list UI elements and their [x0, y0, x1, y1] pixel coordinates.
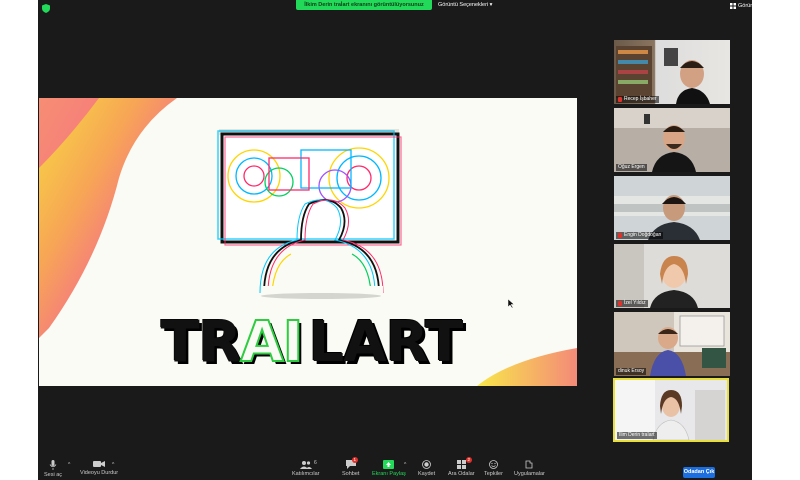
share-screen-icon — [383, 460, 395, 469]
participants-icon — [299, 461, 312, 469]
view-options-dropdown[interactable]: Görüntü Seçenekleri ▾ — [434, 0, 496, 10]
screen-share-banner: İlkim Derin traİart ekranını görüntülüyo… — [296, 0, 432, 10]
meeting-stage: İlkim Derin traİart ekranını görüntülüyo… — [38, 0, 761, 480]
breakout-rooms-icon — [456, 460, 466, 469]
view-button[interactable]: Görünüm — [730, 3, 761, 9]
chat-badge: 1 — [352, 457, 358, 463]
share-options-chevron-icon[interactable]: ^ — [404, 462, 406, 468]
participant-video — [616, 46, 710, 104]
slide-title-part-1: TR — [160, 310, 241, 376]
left-white-margin — [0, 0, 38, 480]
participants-count: 6 — [314, 460, 317, 466]
mic-muted-icon — [618, 97, 622, 102]
participants-label: Katılımcılar — [292, 471, 320, 477]
breakout-rooms-label: Ara Odalar — [448, 471, 475, 477]
mic-muted-icon — [618, 233, 622, 238]
participant-tile[interactable]: Oğuz Ergen — [614, 108, 730, 172]
participant-video — [614, 312, 730, 376]
participant-video — [614, 195, 730, 240]
zoom-window: İlkim Derin traİart ekranını görüntülüyo… — [0, 0, 800, 480]
share-screen-button[interactable]: Ekranı Paylaş — [372, 460, 406, 477]
right-white-margin — [752, 0, 800, 480]
participant-tile[interactable]: Engin Doğdoğan — [614, 176, 730, 240]
smiley-icon — [489, 460, 498, 469]
slide-title-part-2: AI — [239, 309, 304, 376]
participant-name-tag: dinuk Ersoy — [616, 368, 647, 375]
mute-label: Sesi aç — [44, 472, 63, 478]
participant-name: İlim Derin traİart — [619, 432, 655, 438]
participant-name: Engin Doğdoğan — [624, 232, 662, 238]
participant-tile[interactable]: Recep İşbaher — [614, 40, 730, 104]
chevron-down-icon: ▾ — [489, 2, 493, 8]
mute-options-chevron-icon[interactable]: ^ — [68, 462, 70, 468]
video-label: Videoyu Durdur — [80, 470, 119, 476]
breakout-rooms-button[interactable]: Ara Odalar — [448, 460, 475, 477]
breakout-badge: 2 — [466, 457, 472, 463]
participant-name: Recep İşbaher — [624, 96, 657, 102]
participant-name-tag: İlim Derin traİart — [617, 432, 657, 439]
participant-video — [614, 108, 730, 172]
meeting-toolbar: Sesi aç ^ Videoyu Durdur ^ Katılımcılar … — [38, 456, 752, 480]
shared-screen: TRAI LART — [39, 98, 577, 386]
reactions-button[interactable]: Tepkiler — [484, 460, 503, 477]
participant-name-tag: Engin Doğdoğan — [616, 232, 664, 239]
microphone-icon — [49, 460, 57, 470]
participant-name: dinuk Ersoy — [618, 368, 645, 374]
mouse-cursor-icon — [508, 299, 515, 308]
participant-name: İzel Yıldız — [624, 300, 646, 306]
participant-video — [615, 380, 725, 440]
participant-name-tag: Oğuz Ergen — [616, 164, 647, 171]
video-camera-icon — [93, 461, 106, 467]
chat-button[interactable]: Sohbet — [342, 460, 359, 477]
record-icon — [422, 460, 431, 469]
apps-label: Uygulamalar — [514, 471, 545, 477]
chat-label: Sohbet — [342, 471, 360, 477]
view-options-label: Görüntü Seçenekleri — [438, 2, 489, 8]
grid-icon — [730, 3, 736, 9]
view-button-label: Görünüm — [738, 3, 761, 9]
apps-button[interactable]: Uygulamalar — [514, 460, 545, 477]
share-screen-label: Ekranı Paylaş — [372, 471, 406, 477]
video-options-chevron-icon[interactable]: ^ — [112, 462, 114, 468]
participant-video — [614, 244, 698, 308]
participant-tile[interactable]: dinuk Ersoy — [614, 312, 730, 376]
reactions-label: Tepkiler — [484, 471, 503, 477]
security-shield-icon[interactable] — [42, 4, 50, 13]
mic-muted-icon — [618, 301, 622, 306]
record-label: Kaydet — [418, 471, 436, 477]
record-button[interactable]: Kaydet — [418, 460, 435, 477]
participant-name-tag: Recep İşbaher — [616, 96, 659, 103]
participant-name: Oğuz Ergen — [618, 164, 645, 170]
slide-title: TRAI LART — [160, 309, 464, 376]
apps-icon — [525, 460, 533, 469]
mute-button[interactable]: Sesi aç — [44, 460, 62, 478]
participant-tile-active-speaker[interactable]: İlim Derin traİart — [613, 378, 729, 442]
participant-tile[interactable]: İzel Yıldız — [614, 244, 730, 308]
slide-title-part-3: LART — [308, 310, 464, 375]
leave-meeting-button[interactable]: Odadan Çık — [683, 467, 715, 478]
participant-name-tag: İzel Yıldız — [616, 300, 648, 307]
